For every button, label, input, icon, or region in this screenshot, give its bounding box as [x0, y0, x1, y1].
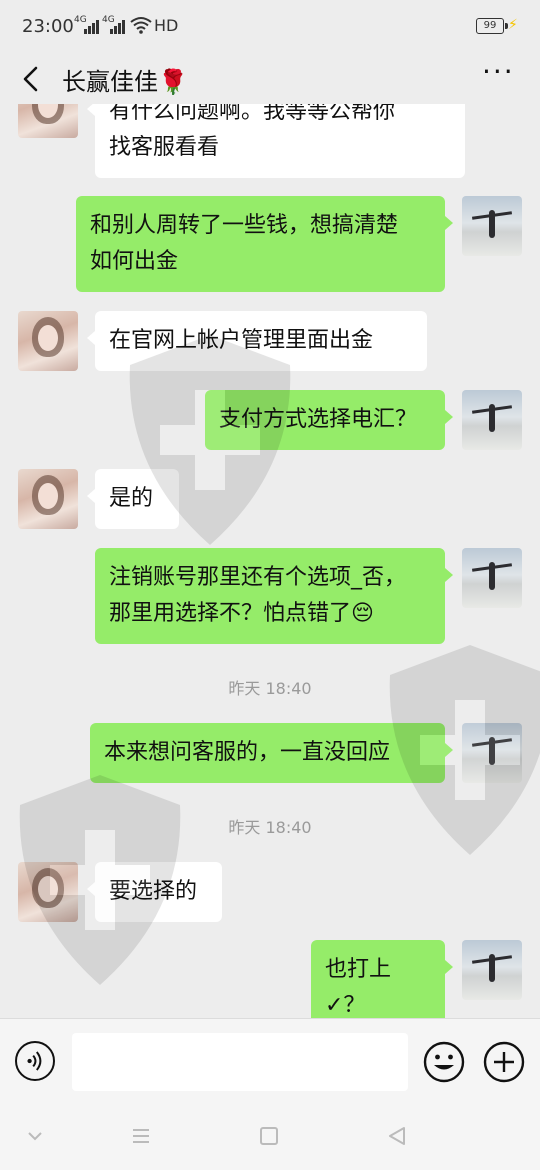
message-bubble-sent[interactable]: 和别人周转了一些钱，想搞清楚 如何出金 — [76, 196, 453, 292]
signal-icon-2 — [110, 18, 128, 34]
plus-icon[interactable] — [483, 1041, 525, 1083]
timestamp: 昨天 18:40 — [228, 818, 312, 837]
chat-header: 长赢佳佳🌹 ··· — [0, 54, 540, 104]
input-bar — [0, 1018, 540, 1105]
message-bubble-sent[interactable]: 本来想问客服的，一直没回应 — [90, 723, 453, 783]
message-input[interactable] — [72, 1033, 408, 1091]
chat-title: 长赢佳佳🌹 — [62, 68, 188, 96]
status-bar: 23:00 4G 4G HD 99 ⚡ — [0, 0, 540, 54]
voice-icon[interactable] — [15, 1041, 55, 1081]
emoji-icon[interactable] — [423, 1041, 465, 1083]
self-avatar[interactable] — [462, 390, 522, 450]
wifi-icon — [130, 17, 152, 34]
message-list[interactable]: 有什么问题啊。我等等公帮你 找客服看看 和别人周转了一些钱，想搞清楚 如何出金 … — [0, 104, 540, 1018]
self-avatar[interactable] — [462, 196, 522, 256]
self-avatar[interactable] — [462, 548, 522, 608]
message-bubble-received[interactable]: 在官网上帐户管理里面出金 — [87, 311, 427, 371]
battery-icon: 99 — [476, 18, 508, 34]
contact-avatar[interactable] — [18, 311, 78, 371]
timestamp: 昨天 18:40 — [228, 679, 312, 698]
self-avatar[interactable] — [462, 940, 522, 1000]
message-bubble-received[interactable]: 要选择的 — [87, 862, 222, 922]
contact-avatar[interactable] — [18, 862, 78, 922]
message-bubble-sent[interactable]: 支付方式选择电汇？ — [205, 390, 453, 450]
status-time: 23:00 — [22, 16, 74, 37]
menu-icon[interactable] — [131, 1126, 151, 1146]
contact-avatar[interactable] — [18, 104, 78, 138]
contact-avatar[interactable] — [18, 469, 78, 529]
charging-icon: ⚡ — [508, 17, 518, 33]
message-bubble-sent[interactable]: 也打上✓？ — [311, 940, 453, 1018]
square-home-icon[interactable] — [259, 1126, 279, 1146]
message-bubble-received[interactable]: 是的 — [87, 469, 179, 529]
signal-icon — [84, 18, 102, 34]
message-bubble-received[interactable]: 有什么问题啊。我等等公帮你 找客服看看 — [87, 104, 465, 178]
chevron-left-icon[interactable] — [14, 60, 48, 98]
system-nav-bar — [0, 1104, 540, 1170]
triangle-back-icon[interactable] — [387, 1126, 407, 1146]
message-bubble-sent[interactable]: 注销账号那里还有个选项_否， 那里用选择不？怕点错了😔 — [95, 548, 453, 644]
self-avatar[interactable] — [462, 723, 522, 783]
chevron-down-icon[interactable] — [25, 1126, 45, 1146]
more-dots-icon[interactable]: ··· — [482, 58, 516, 92]
hd-indicator: HD — [154, 16, 179, 35]
